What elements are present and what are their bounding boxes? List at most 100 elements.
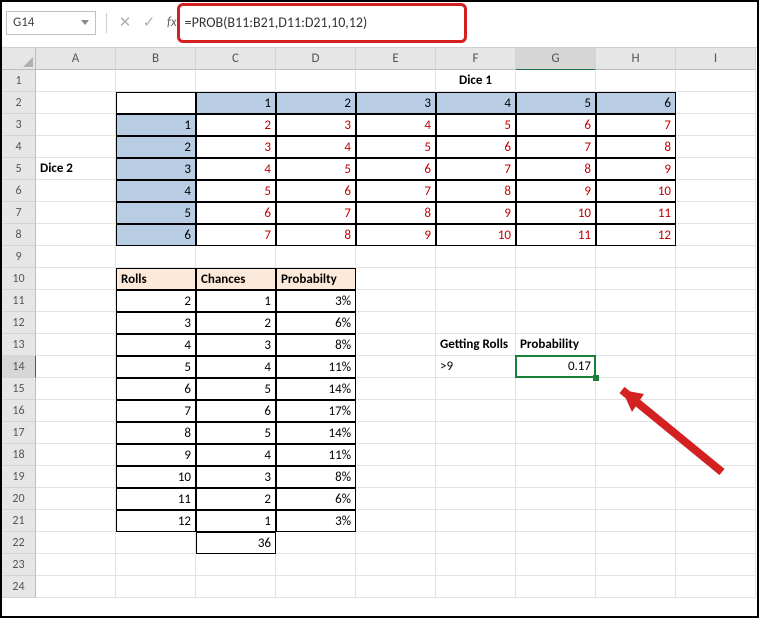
cell[interactable] — [436, 246, 516, 268]
dice-sum[interactable]: 7 — [436, 158, 516, 180]
cell[interactable] — [36, 202, 116, 224]
cell[interactable] — [676, 158, 756, 180]
chances-value[interactable]: 3 — [196, 334, 276, 356]
prob-value[interactable]: 14% — [276, 422, 356, 444]
dice-sum[interactable]: 6 — [196, 202, 276, 224]
dice-sum[interactable]: 8 — [516, 158, 596, 180]
cell[interactable] — [596, 510, 676, 532]
col-header-F[interactable]: F — [436, 48, 516, 70]
chances-value[interactable]: 5 — [196, 378, 276, 400]
cell[interactable] — [516, 268, 596, 290]
row-header-1[interactable]: 1 — [2, 70, 36, 92]
probability-value[interactable]: 0.17 — [516, 356, 596, 378]
cell[interactable] — [36, 180, 116, 202]
dice-sum[interactable]: 5 — [436, 114, 516, 136]
prob-value[interactable]: 17% — [276, 400, 356, 422]
cell[interactable] — [356, 312, 436, 334]
dice-row-header[interactable]: 6 — [116, 224, 196, 246]
cell[interactable] — [596, 290, 676, 312]
cell[interactable] — [436, 466, 516, 488]
chances-value[interactable]: 2 — [196, 312, 276, 334]
cell[interactable] — [36, 554, 116, 576]
cell[interactable] — [36, 246, 116, 268]
cell[interactable] — [356, 70, 436, 92]
row-header-10[interactable]: 10 — [2, 268, 36, 290]
cell[interactable] — [356, 378, 436, 400]
cell[interactable] — [196, 70, 276, 92]
cell[interactable] — [436, 444, 516, 466]
chances-value[interactable]: 6 — [196, 400, 276, 422]
cell[interactable] — [36, 114, 116, 136]
cell[interactable] — [596, 268, 676, 290]
row-header-24[interactable]: 24 — [2, 576, 36, 598]
cell[interactable] — [36, 510, 116, 532]
cell[interactable] — [196, 576, 276, 598]
cell[interactable] — [516, 488, 596, 510]
dice-sum[interactable]: 9 — [356, 224, 436, 246]
col-header-E[interactable]: E — [356, 48, 436, 70]
cell[interactable] — [676, 312, 756, 334]
cell[interactable] — [436, 400, 516, 422]
cell[interactable] — [596, 422, 676, 444]
cell[interactable] — [36, 312, 116, 334]
row-header-2[interactable]: 2 — [2, 92, 36, 114]
cell[interactable] — [36, 224, 116, 246]
dice-sum[interactable]: 5 — [276, 158, 356, 180]
cell[interactable] — [516, 466, 596, 488]
row-header-20[interactable]: 20 — [2, 488, 36, 510]
cell[interactable] — [676, 334, 756, 356]
dice-sum[interactable]: 3 — [196, 136, 276, 158]
dice-col-header[interactable]: 4 — [436, 92, 516, 114]
cell[interactable] — [356, 268, 436, 290]
dice-sum[interactable]: 8 — [276, 224, 356, 246]
chances-value[interactable]: 4 — [196, 444, 276, 466]
cell[interactable] — [596, 576, 676, 598]
dice-sum[interactable]: 8 — [596, 136, 676, 158]
cell[interactable] — [36, 334, 116, 356]
cell[interactable] — [516, 290, 596, 312]
rolls-value[interactable]: 9 — [116, 444, 196, 466]
prob-value[interactable]: 6% — [276, 488, 356, 510]
cell[interactable] — [116, 554, 196, 576]
cell[interactable] — [36, 356, 116, 378]
rolls-header[interactable]: Probabilty — [276, 268, 356, 290]
dice-sum[interactable]: 12 — [596, 224, 676, 246]
cell[interactable] — [676, 70, 756, 92]
prob-value[interactable]: 11% — [276, 356, 356, 378]
cell[interactable] — [516, 510, 596, 532]
select-all-corner[interactable] — [2, 48, 36, 70]
cell[interactable] — [36, 576, 116, 598]
cell[interactable] — [516, 444, 596, 466]
col-header-C[interactable]: C — [196, 48, 276, 70]
cell[interactable] — [436, 510, 516, 532]
rolls-value[interactable]: 12 — [116, 510, 196, 532]
cell[interactable] — [676, 466, 756, 488]
cell[interactable] — [36, 422, 116, 444]
condition-value[interactable]: >9 — [436, 356, 516, 378]
prob-value[interactable]: 8% — [276, 466, 356, 488]
dice-sum[interactable]: 7 — [516, 136, 596, 158]
dice-sum[interactable]: 7 — [276, 202, 356, 224]
dice-sum[interactable]: 5 — [356, 136, 436, 158]
cell[interactable] — [276, 532, 356, 554]
cell[interactable] — [276, 554, 356, 576]
dice-col-header[interactable]: 5 — [516, 92, 596, 114]
col-header-A[interactable]: A — [36, 48, 116, 70]
cell[interactable] — [276, 70, 356, 92]
cell[interactable] — [676, 576, 756, 598]
chances-value[interactable]: 1 — [196, 510, 276, 532]
cell[interactable] — [516, 70, 596, 92]
cell[interactable] — [596, 246, 676, 268]
cell[interactable] — [596, 466, 676, 488]
rolls-header[interactable]: Rolls — [116, 268, 196, 290]
dice-sum[interactable]: 7 — [596, 114, 676, 136]
row-header-23[interactable]: 23 — [2, 554, 36, 576]
dice-sum[interactable]: 3 — [276, 114, 356, 136]
prob-value[interactable]: 11% — [276, 444, 356, 466]
dice-sum[interactable]: 4 — [276, 136, 356, 158]
rolls-value[interactable]: 8 — [116, 422, 196, 444]
cell[interactable] — [36, 466, 116, 488]
cell[interactable] — [676, 400, 756, 422]
cell[interactable] — [596, 444, 676, 466]
cell[interactable] — [516, 554, 596, 576]
